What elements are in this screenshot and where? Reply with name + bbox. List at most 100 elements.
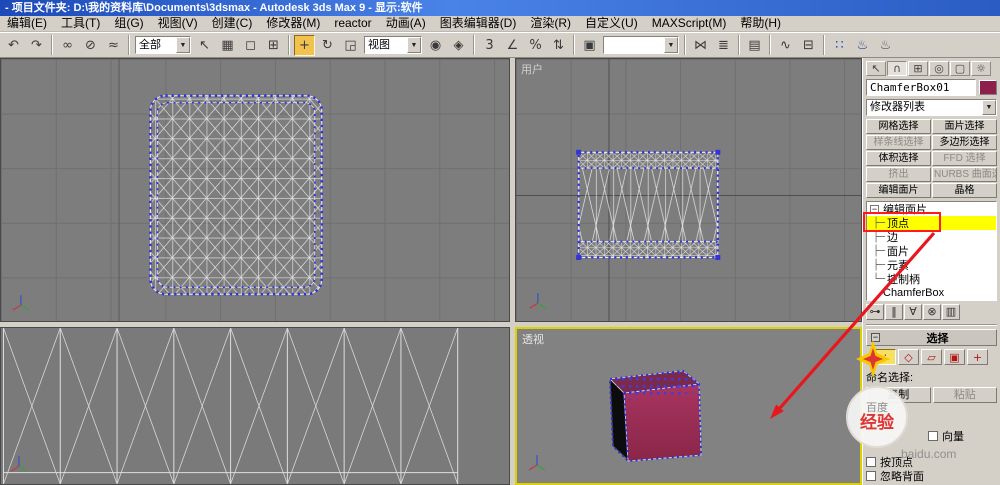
menu-item-modifiers[interactable]: 修改器(M) [259,16,327,31]
ignore-backfacing-checkbox[interactable] [866,471,876,481]
material-editor-button[interactable]: ∷ [829,35,850,56]
tab-utilities[interactable]: ☼ [971,60,991,76]
chevron-down-icon[interactable]: ▼ [407,37,421,53]
menu-item-rendering[interactable]: 渲染(R) [523,16,578,31]
command-panel-tabs: ↖ ∩ ⊞ ◎ ▢ ☼ [866,60,997,76]
select-and-manipulate-button[interactable]: ◈ [448,35,469,56]
percent-snap-toggle-button[interactable]: % [525,35,546,56]
front-viewport-canvas[interactable] [1,328,509,484]
configure-modifier-sets-button[interactable]: ▥ [942,303,960,320]
named-selection-sets-dropdown[interactable]: ▼ [603,36,679,54]
chevron-down-icon[interactable]: ▼ [664,37,678,53]
chevron-down-icon[interactable]: ▼ [176,37,190,53]
top-viewport-canvas[interactable] [1,59,509,321]
front-viewport[interactable] [0,327,510,485]
tab-hierarchy[interactable]: ⊞ [908,60,928,76]
perspective-viewport-canvas[interactable] [517,329,860,483]
paste-named-selection-button[interactable]: 粘贴 [932,387,997,403]
window-crossing-toggle-button[interactable]: ⊞ [263,35,284,56]
undo-button[interactable]: ↶ [3,35,24,56]
menu-item-edit[interactable]: 编辑(E) [0,16,54,31]
select-object-button[interactable]: ↖ [194,35,215,56]
vector-checkbox[interactable] [928,431,938,441]
snaps-toggle-3d-button[interactable]: 3 [479,35,500,56]
unlink-selection-button[interactable]: ⊘ [80,35,101,56]
toolbar-separator [684,35,686,55]
make-unique-button[interactable]: ∀ [904,303,922,320]
spinner-snap-toggle-button[interactable]: ⇅ [548,35,569,56]
selection-filter-dropdown[interactable]: 全部 ▼ [135,36,191,54]
rectangular-selection-region-button[interactable]: ◻ [240,35,261,56]
tab-create[interactable]: ↖ [866,60,886,76]
modifier-button-lattice[interactable]: 晶格 [932,183,997,198]
subobject-element-icon[interactable]: ▣ [944,349,965,365]
menu-item-tools[interactable]: 工具(T) [54,16,107,31]
remove-modifier-button[interactable]: ⊗ [923,303,941,320]
redo-button[interactable]: ↷ [26,35,47,56]
stack-item-handles[interactable]: └─ 控制柄 [867,272,996,287]
pin-stack-button[interactable]: ⊶ [866,303,884,320]
select-and-rotate-button[interactable]: ↻ [317,35,338,56]
menu-item-graph-editors[interactable]: 图表编辑器(D) [433,16,524,31]
select-and-uniform-scale-button[interactable]: ◲ [340,35,361,56]
perspective-viewport[interactable]: 透视 [515,327,862,485]
modifier-list-dropdown[interactable]: 修改器列表 ▼ [866,99,997,116]
use-pivot-point-center-button[interactable]: ◉ [425,35,446,56]
select-and-link-button[interactable]: ∞ [57,35,78,56]
layer-manager-button[interactable]: ▤ [744,35,765,56]
modifier-button-patch-select[interactable]: 面片选择 [932,119,997,134]
modifier-button-mesh-select[interactable]: 网格选择 [866,119,931,134]
object-color-swatch[interactable] [979,80,997,95]
quick-render-button[interactable]: ♨ [875,35,896,56]
top-viewport[interactable] [0,58,510,322]
menu-item-customize[interactable]: 自定义(U) [578,16,645,31]
align-button[interactable]: ≣ [713,35,734,56]
modifier-button-poly-select[interactable]: 多边形选择 [932,135,997,150]
curve-editor-button[interactable]: ∿ [775,35,796,56]
user-viewport[interactable]: 用户 [515,58,862,322]
stack-item-edit-patch[interactable]: − 编辑面片 [867,202,996,216]
subobject-patch-icon[interactable]: ▱ [921,349,942,365]
menu-item-create[interactable]: 创建(C) [205,16,260,31]
copy-named-selection-button[interactable]: 复制 [866,387,931,403]
menu-item-help[interactable]: 帮助(H) [733,16,788,31]
menu-item-views[interactable]: 视图(V) [151,16,205,31]
modifier-button-vol-select[interactable]: 体积选择 [866,151,931,166]
subobject-handle-icon[interactable]: + [967,349,988,365]
viewport-label[interactable]: 透视 [522,331,544,347]
object-name-field[interactable]: ChamferBox01 [866,79,976,96]
menu-item-maxscript[interactable]: MAXScript(M) [645,16,734,31]
expander-icon[interactable]: − [870,204,879,214]
selection-rollout-header[interactable]: − 选择 [866,329,997,346]
stack-item-patch[interactable]: ├─ 面片 [867,244,996,259]
mirror-button[interactable]: ⋈ [690,35,711,56]
bind-to-space-warp-button[interactable]: ≈ [103,35,124,56]
menu-bar: 编辑(E) 工具(T) 组(G) 视图(V) 创建(C) 修改器(M) reactor 动画(… [0,16,1000,32]
modifier-button-edit-patch[interactable]: 编辑面片 [866,183,931,198]
tab-modify[interactable]: ∩ [887,60,907,76]
stack-item-chamferbox[interactable]: ChamferBox [867,286,996,300]
stack-item-element[interactable]: ├─ 元素 [867,258,996,273]
tab-motion[interactable]: ◎ [929,60,949,76]
tree-line: ├─ [873,245,886,257]
edit-named-selection-sets-button[interactable]: ▣ [579,35,600,56]
stack-item-vertex[interactable]: ├─ 顶点 [867,216,996,230]
select-and-move-button[interactable]: + [294,34,315,56]
chevron-down-icon[interactable]: ▼ [982,100,996,115]
reference-coordinate-system-dropdown[interactable]: 视图 ▼ [364,36,422,54]
select-by-name-button[interactable]: ▦ [217,35,238,56]
render-scene-button[interactable]: ♨ [852,35,873,56]
menu-item-animation[interactable]: 动画(A) [379,16,433,31]
subobject-vertex-icon[interactable]: ∴ [875,349,896,365]
angle-snap-toggle-button[interactable]: ∠ [502,35,523,56]
user-viewport-canvas[interactable] [516,59,861,321]
show-end-result-button[interactable]: ‖ [885,303,903,320]
stack-item-edge[interactable]: ├─ 边 [867,230,996,245]
schematic-view-button[interactable]: ⊟ [798,35,819,56]
viewport-label[interactable]: 用户 [521,61,543,77]
by-vertex-checkbox[interactable] [866,457,876,467]
tab-display[interactable]: ▢ [950,60,970,76]
subobject-edge-icon[interactable]: ◇ [898,349,919,365]
menu-item-reactor[interactable]: reactor [327,16,378,31]
menu-item-group[interactable]: 组(G) [107,16,150,31]
